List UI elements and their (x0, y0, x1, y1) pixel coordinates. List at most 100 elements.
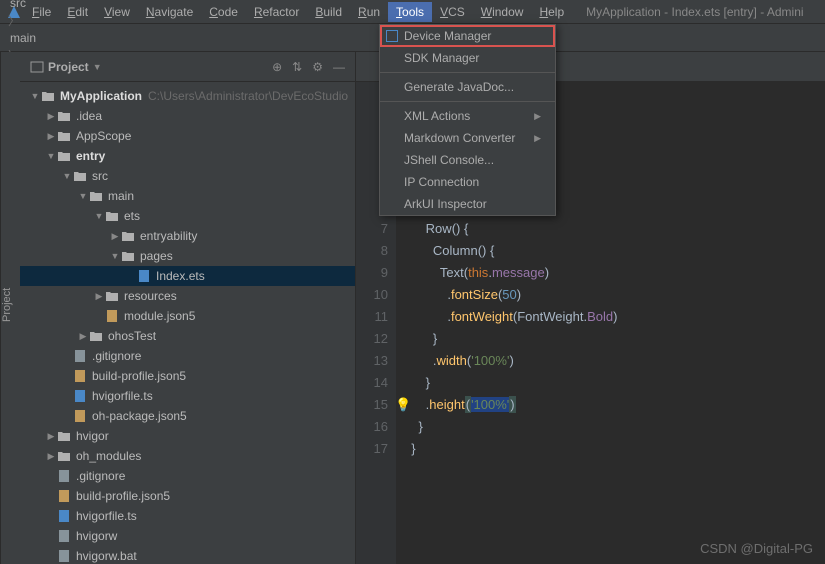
chevron-icon[interactable]: ▶ (110, 231, 120, 242)
chevron-icon[interactable]: ▼ (94, 211, 104, 221)
tree-node-label: .idea (76, 109, 102, 123)
menu-item-ip-connection[interactable]: IP Connection (380, 171, 555, 193)
menu-window[interactable]: Window (473, 2, 532, 22)
chevron-icon[interactable]: ▶ (94, 291, 104, 302)
tree-node-label: pages (140, 249, 173, 263)
target-icon[interactable]: ⊕ (272, 60, 282, 74)
tree-node[interactable]: ▼ ets (20, 206, 355, 226)
chevron-icon[interactable]: ▼ (46, 151, 56, 161)
code-line: Text(this.message) (404, 262, 617, 284)
code-line: } (404, 372, 617, 394)
tree-node[interactable]: ▶oh_modules (20, 446, 355, 466)
watermark: CSDN @Digital-PG (700, 541, 813, 556)
menu-item-device-manager[interactable]: Device Manager (380, 25, 555, 47)
chevron-icon[interactable]: ▶ (78, 331, 88, 342)
intention-bulb-icon[interactable]: 💡 (395, 394, 411, 416)
tool-window-tab-project[interactable]: Project (0, 52, 20, 564)
tree-node[interactable]: ▼ main (20, 186, 355, 206)
tree-node-label: AppScope (76, 129, 131, 143)
menu-build[interactable]: Build (307, 2, 350, 22)
file-icon (56, 549, 72, 563)
folder-icon (56, 430, 72, 442)
chevron-icon[interactable]: ▼ (78, 191, 88, 201)
breadcrumb-item[interactable]: main (6, 29, 96, 47)
tree-node-label: build-profile.json5 (76, 489, 170, 503)
chevron-icon[interactable]: ▼ (62, 171, 72, 181)
folder-icon (40, 90, 56, 102)
tree-node[interactable]: ▼ entry (20, 146, 355, 166)
tree-node[interactable]: oh-package.json5 (20, 406, 355, 426)
tree-node[interactable]: ▶ hvigor (20, 426, 355, 446)
tree-node[interactable]: ▶ entryability (20, 226, 355, 246)
tree-node-label: hvigor (76, 429, 109, 443)
tree-node[interactable]: hvigorfile.ts (20, 506, 355, 526)
menu-vcs[interactable]: VCS (432, 2, 473, 22)
chevron-right-icon: ▶ (534, 133, 541, 144)
tree-node[interactable]: .gitignore (20, 466, 355, 486)
tree-node-label: ets (124, 209, 140, 223)
tree-node[interactable]: ▼MyApplicationC:\Users\Administrator\Dev… (20, 86, 355, 106)
chevron-icon[interactable]: ▶ (46, 111, 56, 122)
file-icon (56, 469, 72, 483)
minimize-icon[interactable]: — (333, 60, 345, 74)
tree-node[interactable]: module.json5 (20, 306, 355, 326)
code-line: .width('100%') (404, 350, 617, 372)
tree-node[interactable]: ▼src (20, 166, 355, 186)
chevron-icon[interactable]: ▶ (46, 431, 56, 442)
tree-node[interactable]: Index.ets (20, 266, 355, 286)
tree-node[interactable]: ▼ pages (20, 246, 355, 266)
expand-icon[interactable]: ⇅ (292, 60, 302, 74)
ts-icon (56, 509, 72, 523)
menu-run[interactable]: Run (350, 2, 388, 22)
tree-node[interactable]: ▶ .idea (20, 106, 355, 126)
menu-item-xml-actions[interactable]: XML Actions▶ (380, 105, 555, 127)
ts-icon (72, 389, 88, 403)
menu-help[interactable]: Help (531, 2, 572, 22)
tree-node[interactable]: hvigorw (20, 526, 355, 546)
menu-refactor[interactable]: Refactor (246, 2, 307, 22)
gear-icon[interactable]: ⚙ (312, 60, 323, 74)
json-icon (104, 309, 120, 323)
dropdown-arrow-icon[interactable]: ▼ (93, 62, 102, 72)
menu-navigate[interactable]: Navigate (138, 2, 201, 22)
tree-node[interactable]: ▶ohosTest (20, 326, 355, 346)
project-tree[interactable]: ▼MyApplicationC:\Users\Administrator\Dev… (20, 82, 355, 564)
folder-icon (104, 290, 120, 302)
tree-node[interactable]: ▶ resources (20, 286, 355, 306)
folder-icon (120, 230, 136, 242)
tree-node[interactable]: ▶ AppScope (20, 126, 355, 146)
menu-item-generate-javadoc-[interactable]: Generate JavaDoc... (380, 76, 555, 98)
chevron-icon[interactable]: ▶ (46, 451, 56, 462)
tree-node-label: entry (76, 149, 105, 163)
device-icon (386, 30, 398, 42)
folder-icon (56, 110, 72, 122)
chevron-icon[interactable]: ▶ (46, 131, 56, 142)
breadcrumb-item[interactable]: src (6, 0, 96, 12)
code-line: } (404, 416, 617, 438)
tree-node-label: main (108, 189, 134, 203)
tree-node[interactable]: hvigorw.bat (20, 546, 355, 564)
menu-item-sdk-manager[interactable]: SDK Manager (380, 47, 555, 69)
tree-node-label: module.json5 (124, 309, 195, 323)
menu-code[interactable]: Code (201, 2, 246, 22)
chevron-icon[interactable]: ▼ (110, 251, 120, 261)
project-panel: Project ▼ ⊕ ⇅ ⚙ — ▼MyApplicationC:\Users… (20, 52, 356, 564)
chevron-icon[interactable]: ▼ (30, 91, 40, 101)
tree-node[interactable]: hvigorfile.ts (20, 386, 355, 406)
menu-item-arkui-inspector[interactable]: ArkUI Inspector (380, 193, 555, 215)
tree-node[interactable]: build-profile.json5 (20, 486, 355, 506)
menu-tools[interactable]: Tools (388, 2, 432, 22)
menu-item-markdown-converter[interactable]: Markdown Converter▶ (380, 127, 555, 149)
code-line: Row() { (404, 218, 617, 240)
menu-item-jshell-console-[interactable]: JShell Console... (380, 149, 555, 171)
folder-icon (56, 130, 72, 142)
tree-node-label: entryability (140, 229, 197, 243)
tree-node[interactable]: build-profile.json5 (20, 366, 355, 386)
tree-node[interactable]: .gitignore (20, 346, 355, 366)
file-icon (72, 349, 88, 363)
tree-node-label: resources (124, 289, 177, 303)
menu-view[interactable]: View (96, 2, 138, 22)
tree-node-label: build-profile.json5 (92, 369, 186, 383)
tree-node-label: hvigorw (76, 529, 117, 543)
json-icon (72, 369, 88, 383)
